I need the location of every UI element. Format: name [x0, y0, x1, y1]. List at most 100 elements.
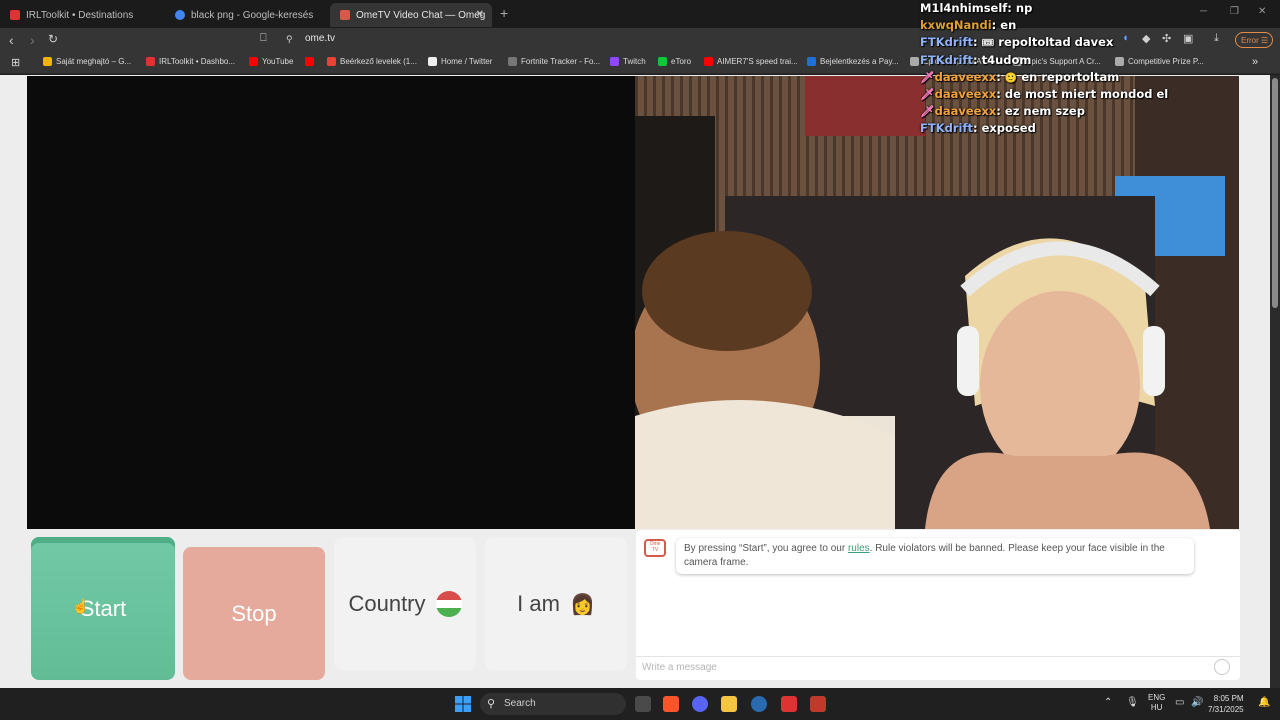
bookmark-icon[interactable]: ⎕: [260, 32, 267, 45]
file-explorer-icon[interactable]: [721, 696, 737, 712]
irltoolkit-favicon-icon: [10, 10, 20, 20]
chat-message: t4udom: [981, 52, 1032, 67]
bookmark-label: Fortnite Tracker - Fo...: [521, 57, 601, 66]
tab-google-search[interactable]: black png - Google-keresés: [165, 3, 330, 27]
chat-line: FTKdrift: exposed: [920, 121, 1036, 136]
chat-line: FTKdrift: 🎟 repoltoltad davex: [920, 35, 1114, 50]
emoji-icon[interactable]: [1214, 659, 1230, 675]
camera-scene-image: [635, 76, 1239, 529]
close-tab-icon[interactable]: ✕: [476, 9, 484, 20]
tab-title: IRLToolkit • Destinations: [26, 9, 134, 21]
chat-message: de most miert mondod el: [1004, 86, 1169, 101]
sword-badge-icon: 🗡: [920, 86, 935, 101]
bookmark-label: Twitch: [623, 57, 646, 66]
discord-icon[interactable]: [692, 696, 708, 712]
message-divider: [636, 656, 1240, 657]
volume-icon[interactable]: 🔊: [1191, 697, 1203, 708]
error-badge-label: Error: [1241, 36, 1259, 45]
tab-title: OmeTV Video Chat — Omeg: [356, 9, 486, 21]
bookmark-item[interactable]: YouTube: [249, 57, 293, 66]
clock-time: 8:05 PM: [1213, 694, 1244, 703]
sword-badge-icon: 🗡: [920, 104, 935, 119]
bookmark-item[interactable]: Twitch: [610, 57, 646, 66]
notification-icon[interactable]: 🔔: [1258, 697, 1270, 708]
network-icon[interactable]: ▭: [1175, 697, 1184, 708]
etoro-icon: [658, 57, 667, 66]
paypal-icon: [807, 57, 816, 66]
i-am-label: I am: [517, 591, 560, 616]
search-icon: ⚲: [487, 698, 496, 710]
search-label: Search: [504, 698, 536, 709]
microphone-icon[interactable]: 🎙: [1126, 697, 1139, 708]
youtube-icon: [249, 57, 258, 66]
rules-notice: By pressing “Start”, you agree to our ru…: [676, 538, 1194, 574]
tab-ometv[interactable]: OmeTV Video Chat — Omeg ✕: [330, 3, 492, 27]
chat-message: exposed: [981, 121, 1036, 136]
bookmark-label: Saját meghajtó – G...: [56, 57, 132, 66]
site-info-icon[interactable]: ⚲: [286, 34, 293, 45]
bookmark-item[interactable]: eToro: [658, 57, 691, 66]
rules-text: By pressing “Start”, you agree to our: [684, 543, 848, 554]
tab-irltoolkit[interactable]: IRLToolkit • Destinations: [0, 3, 165, 27]
chat-message: ez nem szep: [1004, 104, 1085, 119]
language-indicator[interactable]: ENG HU: [1148, 693, 1165, 713]
rules-link[interactable]: rules: [848, 543, 870, 554]
bookmark-item[interactable]: AIMER7'S speed trai...: [704, 57, 798, 66]
bookmark-label: IRLToolkit • Dashbo...: [159, 57, 236, 66]
tab-title: black png - Google-keresés: [191, 9, 314, 21]
bookmark-item[interactable]: [305, 57, 318, 66]
bookmark-item[interactable]: Beérkező levelek (1...: [327, 57, 417, 66]
stop-button[interactable]: Stop: [183, 547, 325, 680]
chat-username: M1l4nhimself: [920, 1, 1008, 15]
close-window-icon[interactable]: ✕: [1258, 6, 1266, 17]
chat-username: FTKdrift: [920, 52, 973, 67]
url-field[interactable]: ome.tv: [305, 33, 335, 44]
apps-icon[interactable]: ⊞: [11, 56, 20, 69]
stream-chat-overlay: M1l4nhimself: np kxwqNandi: en FTKdrift:…: [920, 0, 1220, 138]
chat-username: kxwqNandi: [920, 18, 992, 33]
woman-icon: 👩: [569, 593, 595, 616]
chat-message: en reportoltam: [1021, 69, 1120, 84]
forward-icon[interactable]: ›: [30, 32, 35, 48]
taskbar-search[interactable]: Search: [480, 693, 626, 715]
scrollbar-thumb[interactable]: [1272, 78, 1278, 308]
bookmark-item[interactable]: Fortnite Tracker - Fo...: [508, 57, 600, 66]
bookmark-item[interactable]: Home / Twitter: [428, 57, 492, 66]
hand-cursor-icon: ☝: [72, 598, 90, 614]
maximize-icon[interactable]: ❐: [1230, 6, 1239, 17]
chat-line: 🗡daaveexx: 🙂 en reportoltam: [920, 69, 1120, 84]
error-badge[interactable]: Error ☰: [1235, 32, 1273, 48]
app-icon[interactable]: [810, 696, 826, 712]
youtube-icon: [704, 57, 713, 66]
bookmark-item[interactable]: Saját meghajtó – G...: [43, 57, 131, 66]
irltoolkit-app-icon[interactable]: [781, 696, 797, 712]
chat-line: M1l4nhimself: np: [920, 1, 1033, 15]
i-am-button[interactable]: I am 👩: [485, 538, 627, 670]
country-button[interactable]: Country: [334, 538, 476, 670]
bookmark-item[interactable]: IRLToolkit • Dashbo...: [146, 57, 235, 66]
taskbar-clock[interactable]: 8:05 PM 7/31/2025: [1208, 693, 1244, 715]
more-bookmarks-icon[interactable]: »: [1252, 56, 1258, 68]
fortnite-tracker-icon: [508, 57, 517, 66]
ometv-logo-icon: Ome TV: [644, 539, 666, 557]
message-input[interactable]: Write a message: [642, 662, 717, 673]
brave-icon[interactable]: [663, 696, 679, 712]
chat-message: en: [1000, 18, 1017, 33]
start-button[interactable]: Start: [31, 537, 175, 680]
face-emote-icon: 🙂: [1004, 72, 1018, 84]
chat-line: FTKdrift: t4udom: [920, 52, 1032, 67]
chat-username: daaveexx: [934, 86, 997, 101]
reload-icon[interactable]: ↻: [48, 32, 58, 46]
tray-chevron-icon[interactable]: ⌃: [1104, 697, 1112, 708]
obs-icon[interactable]: [751, 696, 767, 712]
chat-username: daaveexx: [934, 69, 997, 84]
new-tab-button[interactable]: +: [500, 5, 508, 21]
clock-date: 7/31/2025: [1208, 705, 1244, 714]
irltoolkit-icon: [146, 57, 155, 66]
country-label: Country: [348, 591, 426, 616]
bookmark-item[interactable]: Bejelentkezés a Pay...: [807, 57, 899, 66]
windows-start-icon[interactable]: [455, 696, 471, 712]
back-icon[interactable]: ‹: [9, 32, 14, 48]
partner-camera-video: [635, 76, 1239, 529]
task-view-icon[interactable]: [635, 696, 651, 712]
